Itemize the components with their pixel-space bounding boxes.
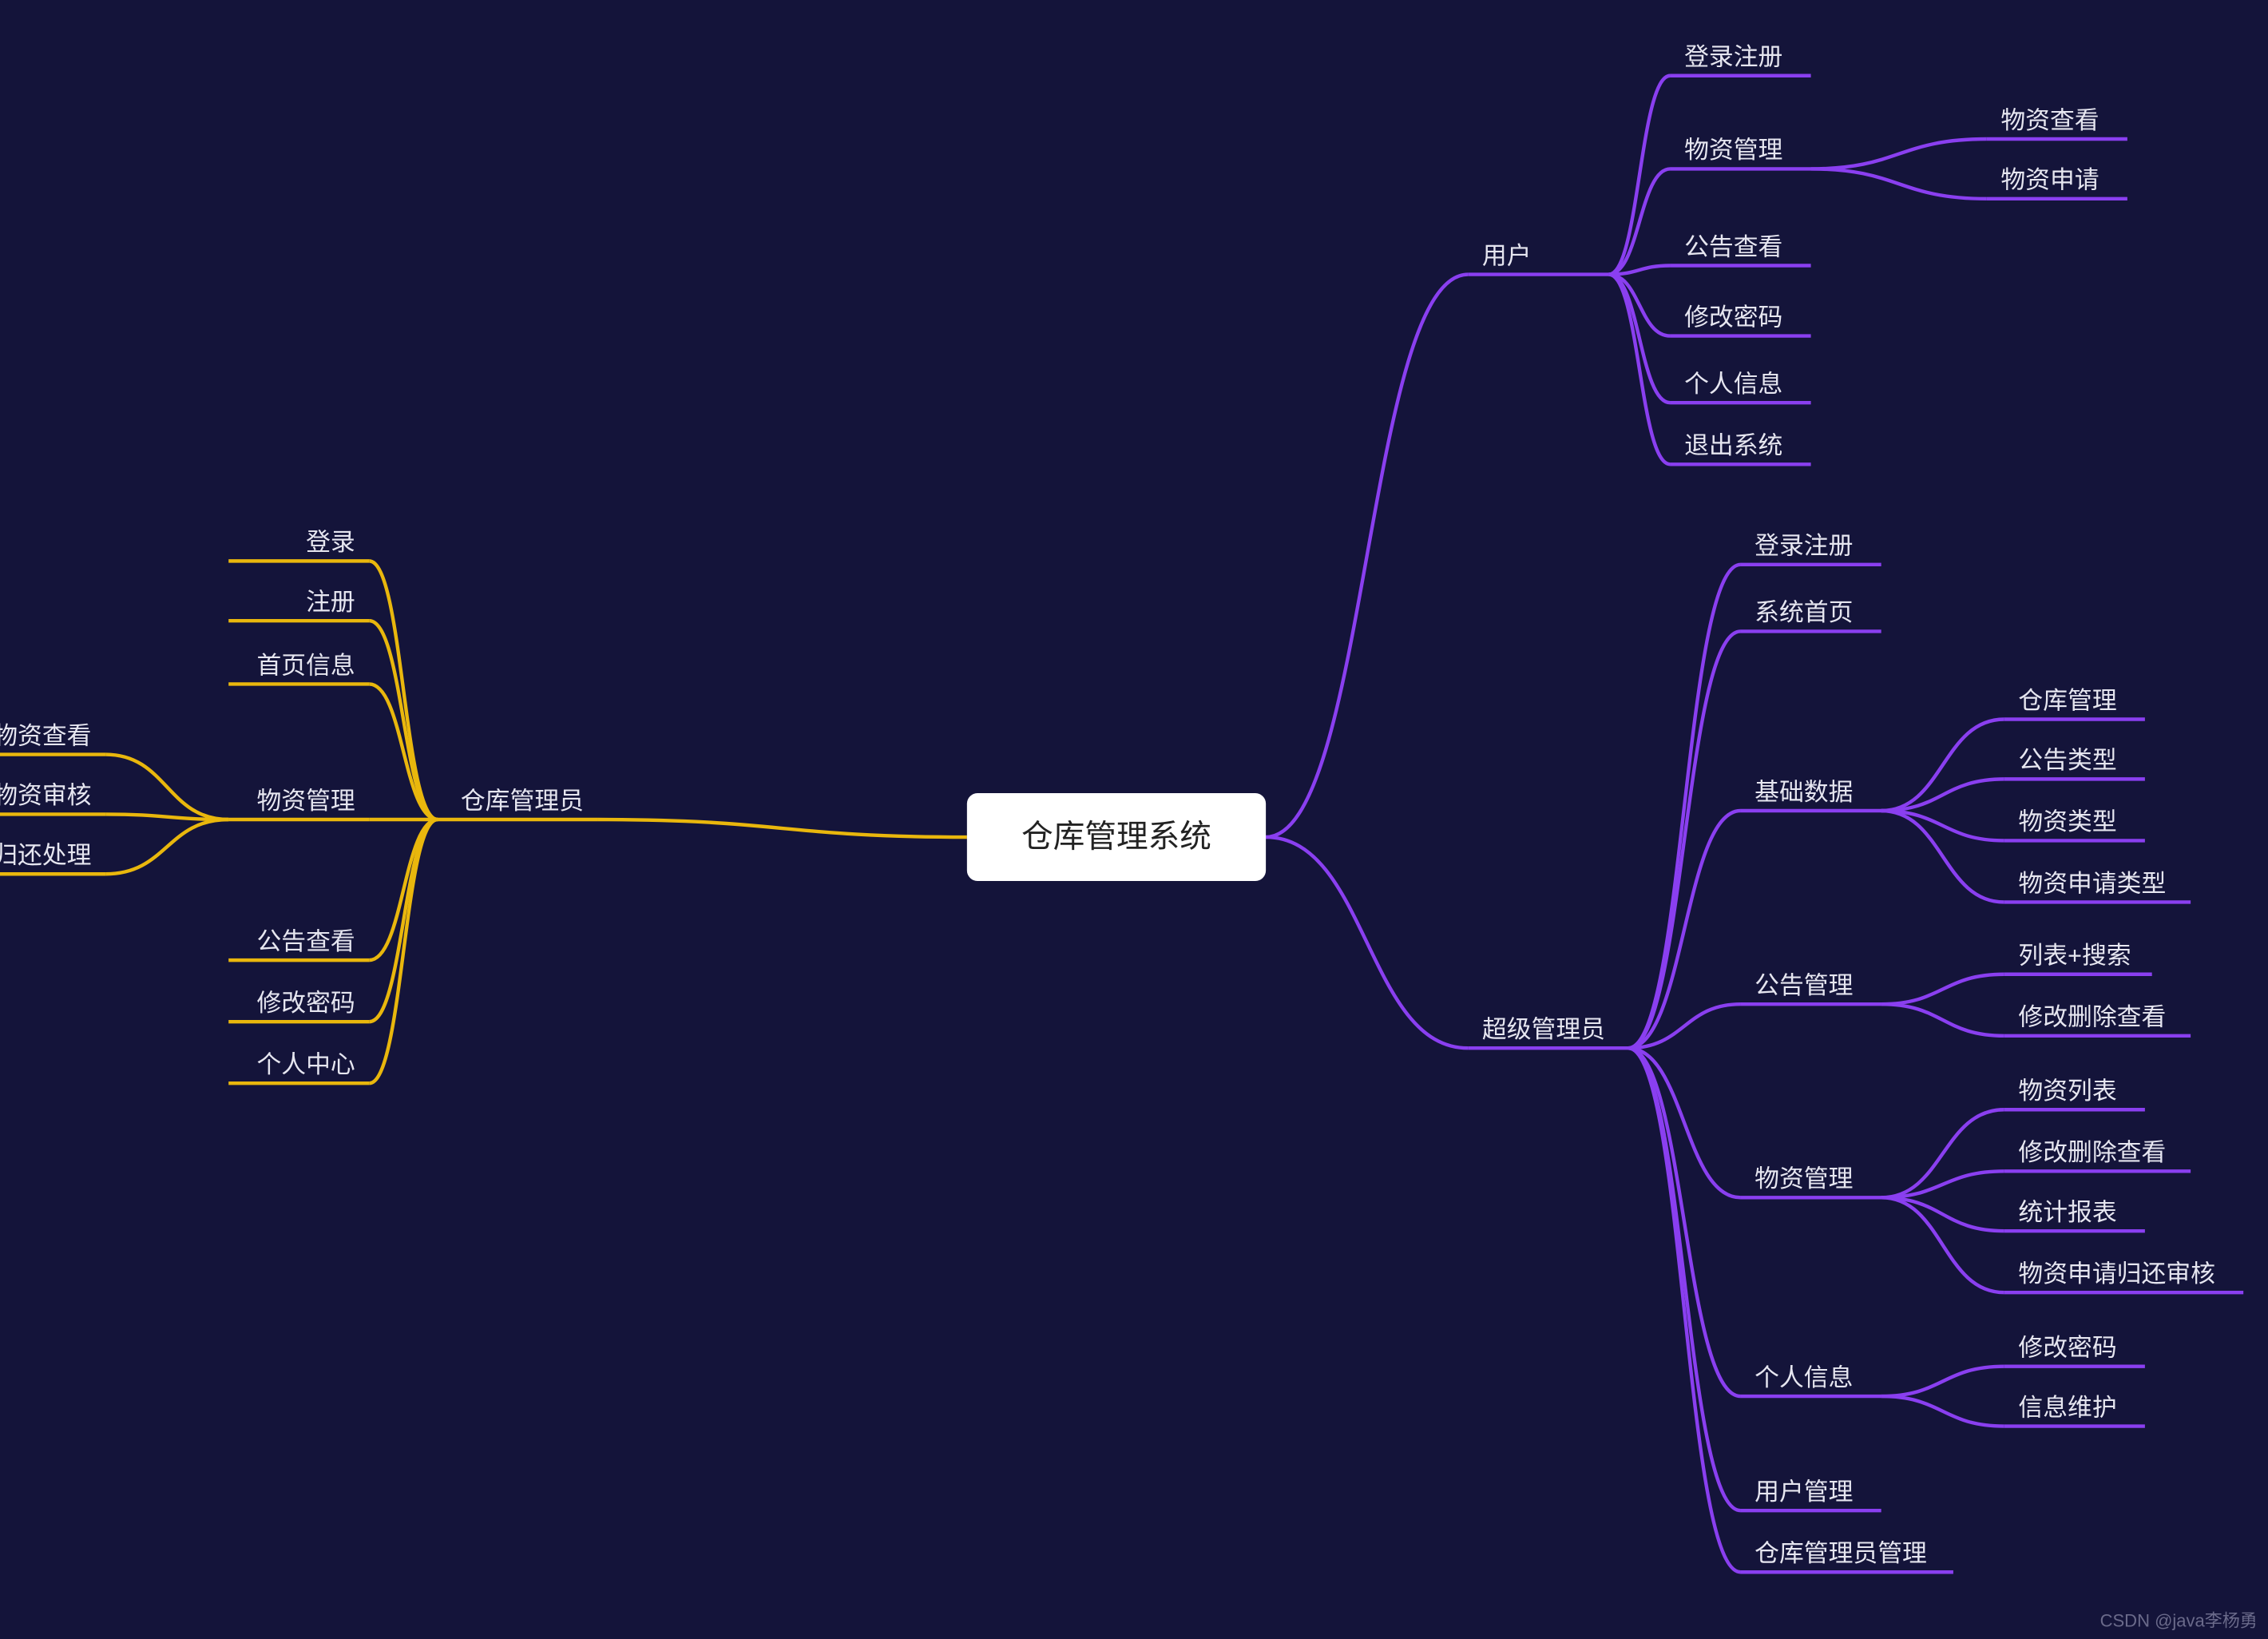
edge xyxy=(1881,1197,2004,1292)
edge xyxy=(105,820,228,874)
grandchild-label[interactable]: 信息维护 xyxy=(2018,1393,2116,1421)
child-label[interactable]: 仓库管理员管理 xyxy=(1755,1539,1927,1567)
grandchild-label[interactable]: 物资归还处理 xyxy=(0,841,91,869)
child-label[interactable]: 登录注册 xyxy=(1755,532,1853,560)
child-label[interactable]: 个人信息 xyxy=(1684,370,1782,398)
child-label[interactable]: 公告查看 xyxy=(256,927,355,955)
grandchild-label[interactable]: 公告类型 xyxy=(2018,746,2116,774)
child-label[interactable]: 退出系统 xyxy=(1684,431,1782,459)
child-label[interactable]: 登录 xyxy=(306,528,355,556)
edge xyxy=(1628,565,1741,1048)
grandchild-label[interactable]: 仓库管理 xyxy=(2018,686,2116,714)
edge xyxy=(1881,974,2004,1004)
edge xyxy=(1881,720,2004,811)
grandchild-label[interactable]: 物资审核 xyxy=(0,781,91,809)
edge xyxy=(1881,1004,2004,1036)
edge xyxy=(1811,139,1987,169)
grandchild-label[interactable]: 物资申请类型 xyxy=(2018,869,2166,897)
edge xyxy=(369,820,438,1083)
edge xyxy=(1608,76,1670,275)
child-label[interactable]: 个人中心 xyxy=(256,1050,355,1078)
edge xyxy=(369,684,438,820)
watermark: CSDN @java李杨勇 xyxy=(2100,1611,2258,1631)
edge xyxy=(1811,169,1987,198)
edge xyxy=(1266,275,1468,837)
child-label[interactable]: 个人信息 xyxy=(1755,1363,1853,1391)
edge xyxy=(1608,275,1670,403)
edge xyxy=(369,621,438,820)
child-label[interactable]: 修改密码 xyxy=(1684,303,1782,331)
child-label[interactable]: 用户管理 xyxy=(1755,1478,1853,1506)
edge xyxy=(1628,1048,1741,1396)
edge xyxy=(1881,1367,2004,1396)
child-label[interactable]: 注册 xyxy=(306,588,355,616)
grandchild-label[interactable]: 物资查看 xyxy=(0,721,91,749)
edge xyxy=(1266,837,1468,1048)
child-label[interactable]: 物资管理 xyxy=(1684,136,1782,164)
edge xyxy=(369,820,438,1022)
mindmap-canvas[interactable]: 仓库管理系统仓库管理员登录注册首页信息物资管理物资查看物资审核物资归还处理公告查… xyxy=(0,0,2268,1639)
child-label[interactable]: 系统首页 xyxy=(1755,598,1853,626)
branch-label[interactable]: 用户 xyxy=(1482,241,1532,269)
branch-label[interactable]: 超级管理员 xyxy=(1482,1015,1605,1043)
edge xyxy=(105,755,228,820)
child-label[interactable]: 首页信息 xyxy=(256,651,355,679)
edge xyxy=(1881,1396,2004,1426)
grandchild-label[interactable]: 修改删除查看 xyxy=(2018,1003,2166,1031)
child-label[interactable]: 登录注册 xyxy=(1684,43,1782,71)
edge xyxy=(1628,1048,1741,1510)
edge xyxy=(598,820,967,837)
root-label: 仓库管理系统 xyxy=(1021,820,1211,855)
edge xyxy=(1628,631,1741,1048)
grandchild-label[interactable]: 修改删除查看 xyxy=(2018,1138,2166,1166)
child-label[interactable]: 物资管理 xyxy=(256,787,355,815)
grandchild-label[interactable]: 修改密码 xyxy=(2018,1333,2116,1361)
grandchild-label[interactable]: 列表+搜索 xyxy=(2018,942,2131,970)
grandchild-label[interactable]: 物资申请归还审核 xyxy=(2018,1260,2215,1288)
child-label[interactable]: 物资管理 xyxy=(1755,1165,1853,1193)
child-label[interactable]: 公告管理 xyxy=(1755,971,1853,999)
grandchild-label[interactable]: 物资列表 xyxy=(2018,1077,2116,1105)
child-label[interactable]: 修改密码 xyxy=(256,989,355,1017)
grandchild-label[interactable]: 物资查看 xyxy=(2000,106,2099,134)
child-label[interactable]: 公告查看 xyxy=(1684,232,1782,260)
grandchild-label[interactable]: 统计报表 xyxy=(2018,1198,2116,1226)
branch-label[interactable]: 仓库管理员 xyxy=(461,787,584,815)
child-label[interactable]: 基础数据 xyxy=(1755,778,1853,806)
grandchild-label[interactable]: 物资类型 xyxy=(2018,808,2116,835)
grandchild-label[interactable]: 物资申请 xyxy=(2000,166,2099,194)
